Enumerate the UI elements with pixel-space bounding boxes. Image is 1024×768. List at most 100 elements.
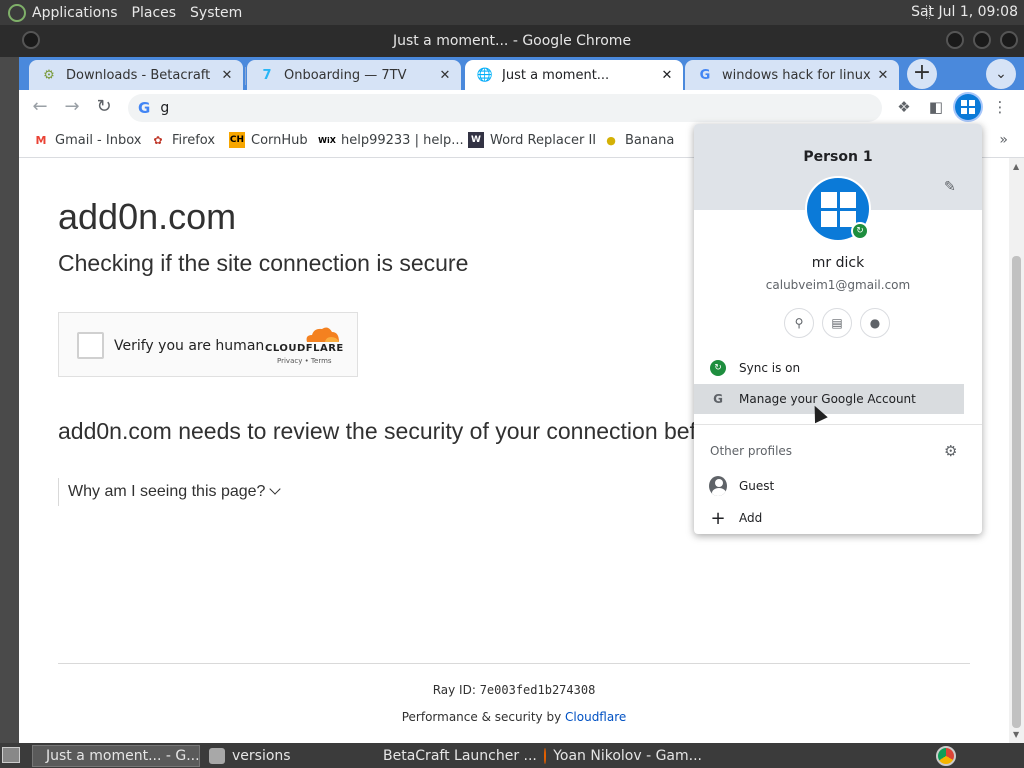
close-window-button[interactable] xyxy=(1000,31,1018,49)
bookmark-cornhub[interactable]: CH CornHub xyxy=(229,132,308,148)
tab-just-a-moment[interactable]: 🌐 Just a moment... ✕ xyxy=(465,60,683,90)
firefox-icon: ✿ xyxy=(153,133,163,147)
taskbar-item-versions[interactable]: versions xyxy=(203,745,363,767)
menu-places[interactable]: Places xyxy=(132,5,177,21)
page-scrollbar[interactable]: ▲ ▼ xyxy=(1009,158,1024,743)
back-button[interactable]: ← xyxy=(28,95,52,119)
google-icon: G xyxy=(713,392,723,406)
bookmark-label: help99233 | help... xyxy=(341,132,464,148)
close-tab-icon[interactable]: ✕ xyxy=(875,68,891,83)
scroll-up-icon[interactable]: ▲ xyxy=(1013,162,1019,171)
tab-separator xyxy=(245,67,246,85)
bookmark-firefox[interactable]: ✿ Firefox xyxy=(150,132,215,148)
show-desktop-icon[interactable] xyxy=(2,747,20,763)
taskbar-label: versions xyxy=(232,748,291,764)
minimize-button[interactable] xyxy=(946,31,964,49)
addresses-pin-icon[interactable]: ● xyxy=(860,308,890,338)
bookmarks-overflow-icon[interactable]: » xyxy=(999,132,1008,148)
taskbar-item-chrome[interactable]: Just a moment... - G... xyxy=(32,745,200,767)
tab-onboarding-7tv[interactable]: 7 Onboarding — 7TV ✕ xyxy=(247,60,461,90)
ray-id-label: Ray ID: xyxy=(432,683,476,697)
verify-checkbox[interactable] xyxy=(77,332,104,359)
bookmark-label: Banana xyxy=(625,132,675,148)
profile-heading: Person 1 xyxy=(803,149,873,165)
profile-button[interactable] xyxy=(955,94,981,120)
close-tab-icon[interactable]: ✕ xyxy=(659,68,675,83)
taskbar-label: BetaCraft Launcher ... xyxy=(383,748,537,764)
performance-line: Performance & security by Cloudflare xyxy=(19,710,1009,724)
tray-chrome-icon[interactable] xyxy=(936,746,956,766)
why-am-i-seeing-toggle[interactable]: Why am I seeing this page? xyxy=(58,478,282,506)
tab-search-button[interactable]: ⌄ xyxy=(986,59,1016,89)
guest-label: Guest xyxy=(739,479,775,493)
add-profile-row[interactable]: + Add xyxy=(694,503,982,533)
guest-profile-row[interactable]: Guest xyxy=(694,471,982,501)
menu-system[interactable]: System xyxy=(190,5,242,21)
desktop-logo-icon[interactable] xyxy=(8,3,26,22)
bookmark-label: CornHub xyxy=(251,132,308,148)
tab-downloads-betacraft[interactable]: ⚙ Downloads - Betacraft ✕ xyxy=(29,60,243,90)
sync-status-row[interactable]: ↻ Sync is on xyxy=(694,353,982,383)
betacraft-icon: ⚙ xyxy=(43,67,55,83)
banana-icon: ● xyxy=(606,133,616,147)
privacy-terms-links[interactable]: Privacy • Terms xyxy=(277,357,332,365)
extensions-puzzle-icon[interactable]: ❖ xyxy=(893,96,915,118)
profile-email: calubveim1@gmail.com xyxy=(765,278,911,292)
performance-label: Performance & security by xyxy=(401,710,562,724)
taskbar: Just a moment... - G... versions BetaCra… xyxy=(0,743,1024,768)
more-menu-icon[interactable]: ⋮ xyxy=(989,96,1011,118)
word-replacer-icon: W xyxy=(468,132,484,148)
footer-divider xyxy=(58,663,970,664)
sync-icon: ↻ xyxy=(710,360,726,376)
gear-icon[interactable]: ⚙ xyxy=(944,442,957,460)
taskbar-label: Just a moment... - G... xyxy=(46,748,200,764)
cloudflare-wordmark: CLOUDFLARE xyxy=(265,343,344,354)
tab-strip: ⚙ Downloads - Betacraft ✕ 7 Onboarding —… xyxy=(19,57,1024,90)
bookmark-label: Firefox xyxy=(172,132,216,148)
maximize-button[interactable] xyxy=(973,31,991,49)
google-icon: G xyxy=(699,67,711,83)
manage-google-account-row[interactable]: G Manage your Google Account xyxy=(694,384,964,414)
close-tab-icon[interactable]: ✕ xyxy=(437,68,453,83)
tab-title: Downloads - Betacraft xyxy=(66,67,211,83)
close-tab-icon[interactable]: ✕ xyxy=(219,68,235,83)
window-titlebar[interactable]: Just a moment... - Google Chrome xyxy=(0,25,1024,57)
scroll-down-icon[interactable]: ▼ xyxy=(1013,730,1019,739)
edit-pencil-icon[interactable]: ✎ xyxy=(944,179,956,195)
guest-avatar-icon xyxy=(709,476,727,496)
clock[interactable]: Sat Jul 1, 09:08 xyxy=(911,4,1018,20)
windows-logo-icon xyxy=(961,100,975,114)
desktop-root: Applications Places System Sat Jul 1, 09… xyxy=(0,0,1024,768)
cloudflare-challenge-box: Verify you are human CLOUDFLARE Privacy … xyxy=(58,312,358,377)
window-menu-button[interactable] xyxy=(22,31,40,49)
new-tab-button[interactable]: + xyxy=(907,59,937,89)
side-panel-icon[interactable]: ◧ xyxy=(925,96,947,118)
profile-menu: Person 1 ✎ ↻ mr dick calubveim1@gmail.co… xyxy=(694,124,982,534)
omnibox[interactable]: G g xyxy=(128,94,882,122)
tab-windows-hack[interactable]: G windows hack for linux - Go ✕ xyxy=(685,60,899,90)
payment-card-icon[interactable]: ▤ xyxy=(822,308,852,338)
other-profiles-label: Other profiles xyxy=(710,444,793,458)
manage-account-label: Manage your Google Account xyxy=(739,392,916,406)
cloudflare-link[interactable]: Cloudflare xyxy=(565,710,626,724)
taskbar-item-betacraft[interactable]: BetaCraft Launcher ... xyxy=(370,745,537,767)
bookmark-word-replacer[interactable]: W Word Replacer II xyxy=(468,132,596,148)
scrollbar-thumb[interactable] xyxy=(1012,256,1021,728)
browser-toolbar: ← → ↻ G g ❖ ◧ ⋮ xyxy=(19,90,1024,125)
bookmark-label: Gmail - Inbox xyxy=(55,132,142,148)
bookmark-label: Word Replacer II xyxy=(490,132,597,148)
menu-applications[interactable]: Applications xyxy=(32,5,118,21)
globe-icon: 🌐 xyxy=(476,67,494,83)
omnibox-input[interactable]: g xyxy=(160,100,169,116)
bookmark-gmail[interactable]: M Gmail - Inbox xyxy=(33,132,142,148)
passwords-key-icon[interactable]: ⚲ xyxy=(784,308,814,338)
bookmark-banana[interactable]: ● Banana xyxy=(603,132,674,148)
taskbar-label: Yoan Nikolov - Gam... xyxy=(553,748,702,764)
chevron-down-icon: ⌄ xyxy=(995,66,1007,82)
forward-button[interactable]: → xyxy=(60,95,84,119)
7tv-icon: 7 xyxy=(262,67,272,83)
taskbar-item-firefox[interactable]: Yoan Nikolov - Gam... xyxy=(538,745,708,767)
ray-id-line: Ray ID: 7e003fed1b274308 xyxy=(19,683,1009,697)
reload-button[interactable]: ↻ xyxy=(92,95,116,119)
bookmark-help99233[interactable]: WiX help99233 | help... xyxy=(318,132,464,148)
